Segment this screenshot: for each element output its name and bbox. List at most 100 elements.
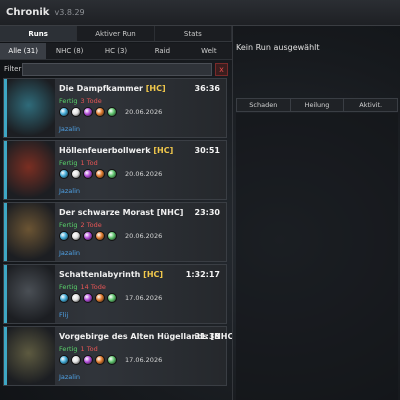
death-count: 2 Tode xyxy=(80,221,102,229)
player-name: Jazalin xyxy=(59,125,81,133)
subtab-raid[interactable]: Raid xyxy=(139,43,185,59)
stat-tabs: Schaden Heilung Aktivit. xyxy=(236,98,398,112)
death-count: 1 Tod xyxy=(80,345,98,353)
stat-tab-activity[interactable]: Aktivit. xyxy=(344,99,397,111)
title-bar[interactable]: Chronik v3.8.29 xyxy=(0,0,400,26)
subtab-nhc[interactable]: NHC (8) xyxy=(46,43,92,59)
affix-icon xyxy=(107,355,117,365)
affix-icon xyxy=(107,293,117,303)
affix-icon xyxy=(83,293,93,303)
death-count: 1 Tod xyxy=(80,159,98,167)
affix-icon xyxy=(107,169,117,179)
run-list[interactable]: Die Dampfkammer [HC] 36:36 Fertig 3 Tode 20.… xyxy=(0,78,232,400)
affix-icon xyxy=(95,231,105,241)
run-list-item[interactable]: Die Dampfkammer [HC] 36:36 Fertig 3 Tode 20.… xyxy=(3,78,227,138)
run-duration: 30:51 xyxy=(194,146,220,155)
affix-icon xyxy=(59,231,69,241)
affix-icon xyxy=(83,231,93,241)
run-status: Fertig 1 Tod xyxy=(59,159,98,167)
affix-icon xyxy=(83,169,93,179)
dungeon-art-image xyxy=(7,79,55,137)
difficulty-tag: [HC] xyxy=(153,146,174,155)
affix-icon xyxy=(59,107,69,117)
dungeon-name: Die Dampfkammer xyxy=(59,84,143,93)
affix-icon xyxy=(83,107,93,117)
affix-icon xyxy=(107,107,117,117)
clear-filter-button[interactable]: x xyxy=(215,62,228,76)
dungeon-name: Schattenlabyrinth xyxy=(59,270,141,279)
affix-icon xyxy=(71,355,81,365)
difficulty-tag: [HC] xyxy=(143,270,164,279)
player-name: Flij xyxy=(59,311,69,319)
dungeon-name: Der schwarze Morast [NHC] xyxy=(59,208,184,217)
affix-icon xyxy=(71,169,81,179)
affix-icon xyxy=(95,169,105,179)
affix-icon xyxy=(107,231,117,241)
subtab-world[interactable]: Welt xyxy=(186,43,232,59)
completion-status: Fertig xyxy=(59,283,78,291)
run-duration: 1:32:17 xyxy=(185,270,220,279)
run-name: Der schwarze Morast [NHC] xyxy=(59,208,183,217)
tab-runs[interactable]: Runs xyxy=(0,26,78,41)
player-name: Jazalin xyxy=(59,373,81,381)
run-date: 17.06.2026 xyxy=(125,294,163,302)
affix-icons: 17.06.2026 xyxy=(59,355,162,365)
run-list-item[interactable]: Der schwarze Morast [NHC] 23:30 Fertig 2 To… xyxy=(3,202,227,262)
affix-icon xyxy=(59,293,69,303)
stat-tab-damage[interactable]: Schaden xyxy=(237,99,291,111)
affix-icon xyxy=(95,107,105,117)
tab-active-run[interactable]: Aktiver Run xyxy=(77,26,155,41)
addon-window: Chronik v3.8.29 Runs Aktiver Run Stats A… xyxy=(0,0,400,400)
dungeon-art-image xyxy=(7,203,55,261)
affix-icon xyxy=(59,169,69,179)
affix-icon xyxy=(95,355,105,365)
tab-stats[interactable]: Stats xyxy=(155,26,232,41)
category-filter-tabs: Alle (31) NHC (8) HC (3) Raid Welt xyxy=(0,43,232,60)
run-name: Die Dampfkammer [HC] xyxy=(59,84,166,93)
player-name: Jazalin xyxy=(59,187,81,195)
affix-icon xyxy=(71,231,81,241)
run-date: 20.06.2026 xyxy=(125,232,163,240)
subtab-hc[interactable]: HC (3) xyxy=(93,43,139,59)
dungeon-art-image xyxy=(7,265,55,323)
run-duration: 36:36 xyxy=(194,84,220,93)
affix-icons: 20.06.2026 xyxy=(59,169,162,179)
run-detail-panel: Kein Run ausgewählt Schaden Heilung Akti… xyxy=(232,26,400,400)
filter-input[interactable] xyxy=(22,62,212,76)
death-count: 3 Tode xyxy=(80,97,102,105)
filter-bar: Filter: x xyxy=(0,61,232,77)
completion-status: Fertig xyxy=(59,221,78,229)
dungeon-name: Höllenfeuerbollwerk xyxy=(59,146,151,155)
run-status: Fertig 1 Tod xyxy=(59,345,98,353)
run-list-item[interactable]: Vorgebirge des Alten Hügellands [NHC] 31:… xyxy=(3,326,232,386)
death-count: 14 Tode xyxy=(80,283,106,291)
run-duration: 23:30 xyxy=(194,208,220,217)
stat-tab-healing[interactable]: Heilung xyxy=(291,99,345,111)
run-date: 20.06.2026 xyxy=(125,170,163,178)
dungeon-art-image xyxy=(7,141,55,199)
run-list-item[interactable]: Schattenlabyrinth [HC] 1:32:17 Fertig 14 To… xyxy=(3,264,227,324)
affix-icons: 20.06.2026 xyxy=(59,107,162,117)
run-list-item[interactable]: Höllenfeuerbollwerk [HC] 30:51 Fertig 1 Tod… xyxy=(3,140,227,200)
run-status: Fertig 2 Tode xyxy=(59,221,102,229)
dungeon-art-image xyxy=(7,327,55,385)
affix-icon xyxy=(71,107,81,117)
run-status: Fertig 3 Tode xyxy=(59,97,102,105)
affix-icon xyxy=(59,355,69,365)
filter-label: Filter: xyxy=(4,65,24,73)
completion-status: Fertig xyxy=(59,159,78,167)
main-tabs: Runs Aktiver Run Stats xyxy=(0,26,232,42)
affix-icon xyxy=(83,355,93,365)
run-status: Fertig 14 Tode xyxy=(59,283,106,291)
affix-icon xyxy=(71,293,81,303)
run-name: Schattenlabyrinth [HC] xyxy=(59,270,163,279)
app-version: v3.8.29 xyxy=(54,8,85,17)
completion-status: Fertig xyxy=(59,345,78,353)
completion-status: Fertig xyxy=(59,97,78,105)
affix-icons: 17.06.2026 xyxy=(59,293,162,303)
difficulty-tag: [HC] xyxy=(145,84,166,93)
subtab-all[interactable]: Alle (31) xyxy=(0,43,47,59)
no-run-selected-text: Kein Run ausgewählt xyxy=(236,43,320,52)
stat-area xyxy=(236,113,398,400)
affix-icons: 20.06.2026 xyxy=(59,231,162,241)
